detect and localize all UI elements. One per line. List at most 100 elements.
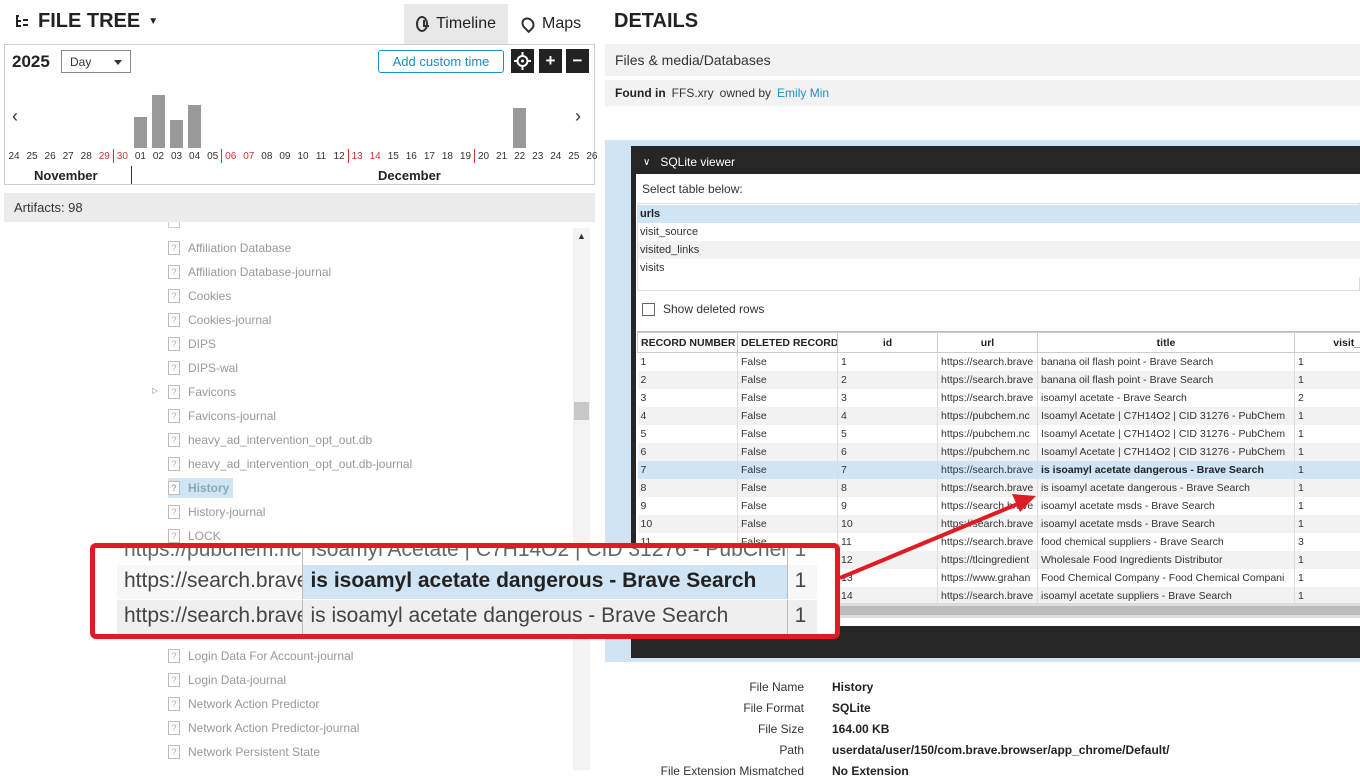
chevron-left-icon[interactable]: ‹: [12, 106, 18, 127]
timeline-day-label: 30: [113, 151, 131, 162]
grid-column-header[interactable]: url: [938, 333, 1038, 353]
locate-button[interactable]: [511, 49, 534, 73]
table-row[interactable]: 7False7https://search.braveis isoamyl ac…: [638, 461, 1360, 479]
timeline-day-label: 13: [348, 151, 366, 162]
timeline-bar[interactable]: [188, 105, 201, 148]
timeline-bar[interactable]: [152, 95, 165, 148]
tree-item-label: DIPS: [188, 337, 216, 351]
grid-column-header[interactable]: RECORD NUMBER: [638, 333, 738, 353]
file-unknown-icon: ?: [168, 745, 180, 759]
tree-item[interactable]: ?heavy_ad_intervention_opt_out.db: [168, 430, 376, 450]
file-unknown-icon: ?: [168, 481, 180, 495]
owner-link[interactable]: Emily Min: [777, 86, 829, 100]
table-row[interactable]: 5False5https://pubchem.ncIsoamyl Acetate…: [638, 425, 1360, 443]
table-row[interactable]: 1False1https://search.bravebanana oil fl…: [638, 353, 1360, 371]
chevron-right-icon[interactable]: ›: [575, 106, 581, 127]
tab-maps[interactable]: Maps: [510, 4, 596, 44]
file-unknown-icon: ?: [168, 505, 180, 519]
tree-item[interactable]: ?Network Action Predictor: [168, 694, 323, 714]
chevron-down-icon: ∨: [643, 157, 650, 168]
timeline-bar[interactable]: [170, 120, 183, 148]
grid-cell: 4: [638, 407, 738, 425]
zoom-cell-url: https://search.brave: [117, 565, 303, 599]
tree-item[interactable]: ?DIPS-wal: [168, 358, 242, 378]
table-row[interactable]: 4False4https://pubchem.ncIsoamyl Acetate…: [638, 407, 1360, 425]
tree-item[interactable]: ?History: [168, 478, 233, 498]
file-unknown-icon: ?: [168, 697, 180, 711]
table-row[interactable]: 9False9https://search.braveisoamyl aceta…: [638, 497, 1360, 515]
show-deleted-toggle[interactable]: Show deleted rows: [642, 302, 764, 316]
file-info-value: SQLite: [832, 701, 871, 715]
timeline-day-label: 07: [240, 151, 258, 162]
grid-cell: False: [738, 461, 838, 479]
tree-item-label: heavy_ad_intervention_opt_out.db-journal: [188, 457, 412, 471]
table-row[interactable]: 10False10https://search.braveisoamyl ace…: [638, 515, 1360, 533]
tree-item-label: History-journal: [188, 505, 265, 519]
timeline-bar[interactable]: [134, 117, 147, 148]
grid-column-header[interactable]: visit_cou: [1295, 333, 1360, 353]
file-unknown-icon: ?: [168, 337, 180, 351]
tree-item[interactable]: ?Network Persistent State: [168, 742, 324, 762]
table-row[interactable]: 6False6https://pubchem.ncIsoamyl Acetate…: [638, 443, 1360, 461]
zoom-cell-url: https://search.brave: [117, 600, 303, 634]
table-list-item[interactable]: visit_source: [638, 223, 1360, 241]
tree-item[interactable]: ? DIPS: [168, 334, 220, 354]
grid-cell: False: [738, 389, 838, 407]
tree-item[interactable]: ?Affiliation Database-journal: [168, 262, 335, 282]
table-row[interactable]: 2False2https://search.bravebanana oil fl…: [638, 371, 1360, 389]
tree-item[interactable]: ? History-journal: [168, 502, 269, 522]
tree-item-label: Login Data For Account-journal: [188, 649, 353, 663]
timeline-day-label: 17: [420, 151, 438, 162]
zoom-in-button[interactable]: +: [539, 49, 562, 73]
tree-item[interactable]: ?Cookies: [168, 286, 235, 306]
table-list-item[interactable]: visited_links: [638, 241, 1360, 259]
grid-column-header[interactable]: DELETED RECORD: [738, 333, 838, 353]
grid-cell: Isoamyl Acetate | C7H14O2 | CID 31276 - …: [1038, 407, 1295, 425]
timeline-day-label: 26: [583, 151, 601, 162]
grid-cell: 7: [838, 461, 938, 479]
file-tree-dropdown[interactable]: FILE TREE ▼: [14, 10, 158, 33]
grid-cell: 9: [838, 497, 938, 515]
scroll-up-icon[interactable]: ▲: [573, 228, 590, 244]
grid-cell: https://search.brave: [938, 587, 1038, 604]
add-custom-time-button[interactable]: Add custom time: [378, 50, 504, 73]
timeline-year: 2025: [12, 52, 50, 72]
tree-item[interactable]: ?Favicons-journal: [168, 406, 280, 426]
grid-cell: Isoamyl Acetate | C7H14O2 | CID 31276 - …: [1038, 425, 1295, 443]
tree-item[interactable]: ?heavy_ad_intervention_opt_out.db-journa…: [168, 454, 416, 474]
tree-scroll-thumb[interactable]: [574, 402, 589, 420]
weekend-tick: [474, 149, 475, 163]
tree-item[interactable]: ?Login Data For Account-journal: [168, 646, 357, 666]
tree-scrollbar[interactable]: [573, 228, 590, 770]
table-row[interactable]: 3False3https://search.braveisoamyl aceta…: [638, 389, 1360, 407]
tree-item-label: Network Action Predictor-journal: [188, 721, 359, 735]
sqlite-viewer-header[interactable]: ∨ SQLite viewer: [631, 150, 1360, 174]
select-table-label: Select table below:: [642, 182, 743, 196]
timeline-day-label: 14: [366, 151, 384, 162]
grid-column-header[interactable]: title: [1038, 333, 1295, 353]
tab-timeline-label: Timeline: [436, 15, 496, 33]
timeline-day-label: 03: [168, 151, 186, 162]
tab-timeline[interactable]: Timeline: [404, 4, 508, 44]
tree-item[interactable]: ?Affiliation Database: [168, 238, 295, 258]
table-list-item[interactable]: urls: [638, 205, 1360, 223]
expand-triangle-icon[interactable]: ▷: [152, 386, 158, 395]
table-list-item[interactable]: visits: [638, 259, 1360, 277]
zoom-out-button[interactable]: −: [566, 49, 589, 73]
grid-cell: https://pubchem.nc: [938, 425, 1038, 443]
grid-column-header[interactable]: id: [838, 333, 938, 353]
grid-cell: https://search.brave: [938, 533, 1038, 551]
granularity-select[interactable]: Day: [61, 50, 131, 73]
timeline-day-label: 16: [402, 151, 420, 162]
tree-item[interactable]: ?Cookies-journal: [168, 310, 275, 330]
tree-item[interactable]: ?Favicons: [168, 382, 240, 402]
file-unknown-icon: ?: [168, 529, 180, 543]
zoom-callout: https://pubchem.nc Isoamyl Acetate | C7H…: [90, 543, 840, 639]
grid-cell: https://search.brave: [938, 389, 1038, 407]
timeline-bar[interactable]: [513, 108, 526, 148]
table-row[interactable]: 8False8https://search.braveis isoamyl ac…: [638, 479, 1360, 497]
show-deleted-checkbox[interactable]: [642, 303, 655, 316]
tree-item[interactable]: ?Login Data-journal: [168, 670, 290, 690]
timeline-day-label: 09: [276, 151, 294, 162]
tree-item[interactable]: ?Network Action Predictor-journal: [168, 718, 363, 738]
